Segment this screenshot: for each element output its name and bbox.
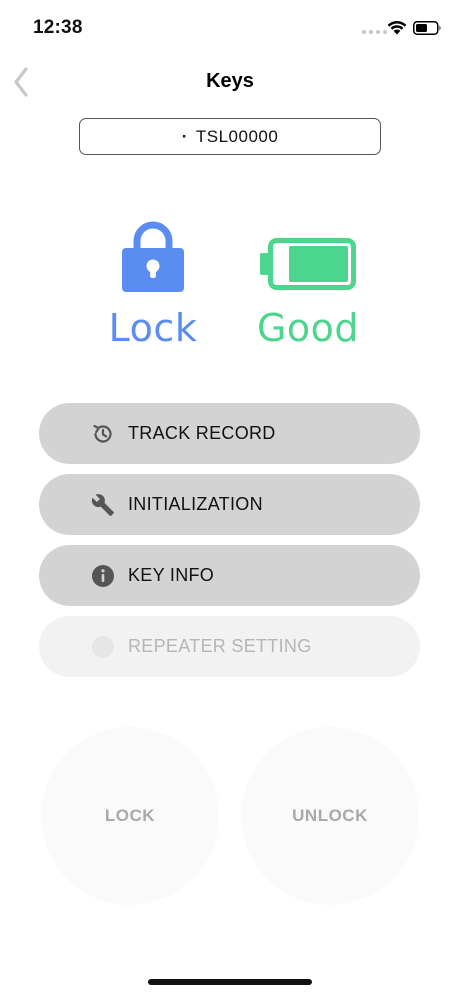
track-record-label: TRACK RECORD <box>128 423 276 443</box>
lock-button[interactable]: LOCK <box>41 727 219 905</box>
battery-status-label: Good <box>256 306 360 350</box>
page-title: Keys <box>206 70 254 92</box>
repeater-setting-button[interactable]: REPEATER SETTING <box>39 616 420 677</box>
repeater-setting-label: REPEATER SETTING <box>128 636 312 656</box>
repeater-icon <box>92 636 114 658</box>
padlock-icon <box>122 221 184 292</box>
device-name: TSL00000 <box>195 126 279 146</box>
unlock-button-label: UNLOCK <box>292 806 368 825</box>
status-time: 12:38 <box>33 17 83 38</box>
device-prefix: · <box>181 126 188 146</box>
battery-good-icon <box>260 238 356 290</box>
history-icon <box>93 424 112 443</box>
key-info-button[interactable]: KEY INFO <box>39 545 420 606</box>
battery-status: Good <box>238 212 378 350</box>
lock-button-label: LOCK <box>104 806 156 825</box>
lock-status: Lock <box>83 212 223 350</box>
unlock-button[interactable]: UNLOCK <box>241 727 419 905</box>
wifi-icon <box>387 20 407 35</box>
battery-status-icon <box>413 21 441 35</box>
info-icon <box>92 565 114 587</box>
initialization-label: INITIALIZATION <box>128 494 263 514</box>
device-selector[interactable]: · TSL00000 <box>79 118 381 155</box>
wrench-icon <box>91 494 114 516</box>
lock-status-label: Lock <box>108 306 198 350</box>
nav-bar: Keys <box>0 56 460 110</box>
cellular-signal-icon <box>362 30 387 34</box>
key-info-label: KEY INFO <box>128 565 215 585</box>
initialization-button[interactable]: INITIALIZATION <box>39 474 420 535</box>
status-bar: 12:38 <box>0 0 460 56</box>
track-record-button[interactable]: TRACK RECORD <box>39 403 420 464</box>
home-indicator <box>148 979 312 985</box>
